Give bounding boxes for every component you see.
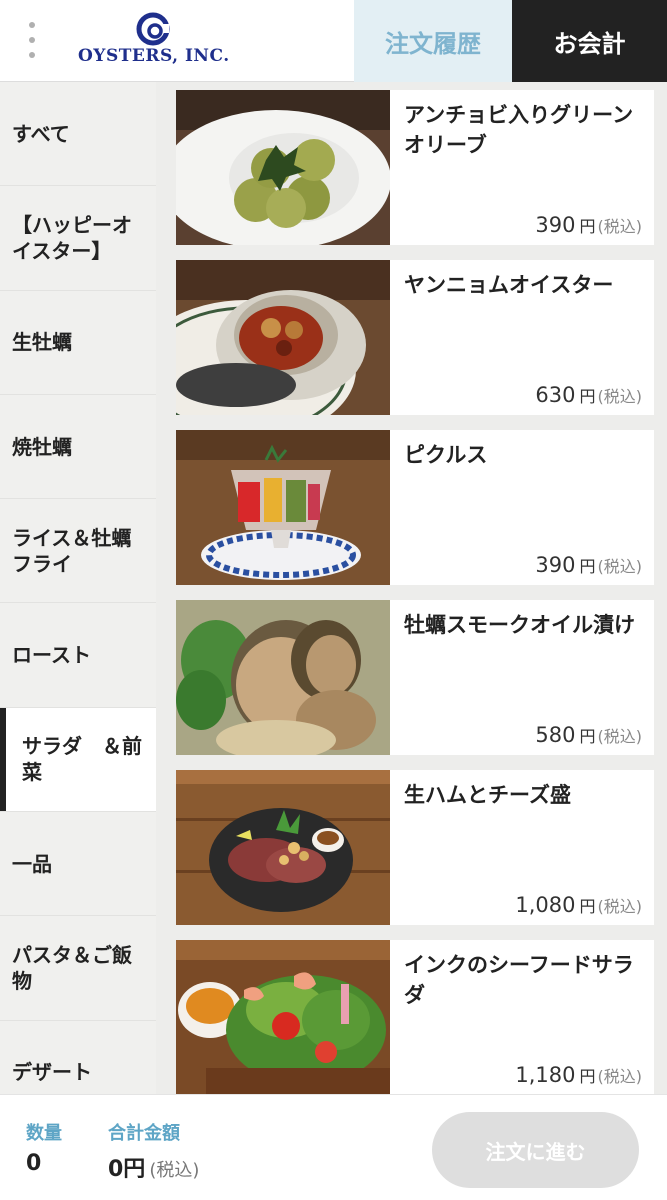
sidebar-item-happy-oyster[interactable]: 【ハッピーオイスター】 bbox=[0, 186, 156, 291]
sidebar-item-grilled-oyster[interactable]: 焼牡蠣 bbox=[0, 395, 156, 500]
category-sidebar: すべて 【ハッピーオイスター】 生牡蠣 焼牡蠣 ライス＆牡蠣フライ ロースト サ… bbox=[0, 82, 156, 1094]
smoked-oyster-photo bbox=[176, 600, 390, 755]
proceed-to-order-button[interactable]: 注文に進む bbox=[432, 1112, 639, 1188]
menu-item[interactable]: ヤンニョムオイスター 630 円 (税込) bbox=[176, 260, 654, 415]
menu-item[interactable]: 牡蠣スモークオイル漬け 580 円 (税込) bbox=[176, 600, 654, 755]
order-summary-bar: 数量 0 合計金額 0円 (税込) 注文に進む bbox=[0, 1094, 667, 1200]
menu-list: アンチョビ入りグリーンオリーブ 390 円 (税込) ヤンニョムオイスター 630 bbox=[156, 82, 667, 1094]
menu-item[interactable]: アンチョビ入りグリーンオリーブ 390 円 (税込) bbox=[176, 90, 654, 245]
oyster-logo-icon bbox=[136, 12, 170, 46]
sidebar-item-dessert[interactable]: デザート bbox=[0, 1021, 156, 1094]
order-history-tab[interactable]: 注文履歴 bbox=[354, 0, 512, 82]
quantity-value: 0 bbox=[26, 1151, 42, 1176]
sidebar-item-raw-oyster[interactable]: 生牡蠣 bbox=[0, 291, 156, 395]
item-name: ピクルス bbox=[404, 443, 488, 467]
green-olives-photo bbox=[176, 90, 390, 245]
brand-logo: OYSTERS, INC. bbox=[74, 10, 234, 70]
sidebar-item-salad-appetizer[interactable]: サラダ ＆前菜 bbox=[0, 707, 156, 813]
sidebar-item-all[interactable]: すべて bbox=[0, 82, 156, 187]
item-price: 580 円 (税込) bbox=[535, 723, 642, 747]
item-price: 630 円 (税込) bbox=[535, 383, 642, 407]
ham-cheese-photo bbox=[176, 770, 390, 925]
quantity-label: 数量 bbox=[26, 1123, 62, 1144]
checkout-tab[interactable]: お会計 bbox=[512, 0, 667, 82]
total-value: 0円 bbox=[108, 1157, 146, 1182]
total-label: 合計金額 bbox=[108, 1123, 180, 1144]
menu-item[interactable]: インクのシーフードサラダ 1,180 円 (税込) bbox=[176, 940, 654, 1094]
item-name: 生ハムとチーズ盛 bbox=[404, 783, 571, 807]
item-name: 牡蠣スモークオイル漬け bbox=[404, 613, 635, 637]
item-price: 1,080 円 (税込) bbox=[515, 893, 642, 917]
item-name: アンチョビ入りグリーンオリーブ bbox=[404, 103, 634, 158]
sidebar-item-pasta-rice[interactable]: パスタ＆ご飯物 bbox=[0, 916, 156, 1021]
app-header: OYSTERS, INC. 注文履歴 お会計 bbox=[0, 0, 667, 82]
sidebar-item-roast[interactable]: ロースト bbox=[0, 603, 156, 708]
more-menu-icon[interactable] bbox=[22, 22, 42, 58]
item-price: 1,180 円 (税込) bbox=[515, 1063, 642, 1087]
yangnyeom-oyster-photo bbox=[176, 260, 390, 415]
menu-item[interactable]: ピクルス 390 円 (税込) bbox=[176, 430, 654, 585]
sidebar-item-rice-fry[interactable]: ライス＆牡蠣フライ bbox=[0, 499, 156, 604]
item-price: 390 円 (税込) bbox=[535, 553, 642, 577]
pickles-photo bbox=[176, 430, 390, 585]
seafood-salad-photo bbox=[176, 940, 390, 1094]
logo-wordmark: OYSTERS, INC. bbox=[78, 46, 230, 66]
item-price: 390 円 (税込) bbox=[535, 213, 642, 237]
item-name: ヤンニョムオイスター bbox=[404, 273, 614, 297]
total-amount: 0円 (税込) bbox=[108, 1151, 199, 1183]
item-name: インクのシーフードサラダ bbox=[404, 953, 634, 1008]
total-tax-note: (税込) bbox=[149, 1160, 200, 1181]
sidebar-item-a-la-carte[interactable]: 一品 bbox=[0, 812, 156, 917]
menu-item[interactable]: 生ハムとチーズ盛 1,080 円 (税込) bbox=[176, 770, 654, 925]
